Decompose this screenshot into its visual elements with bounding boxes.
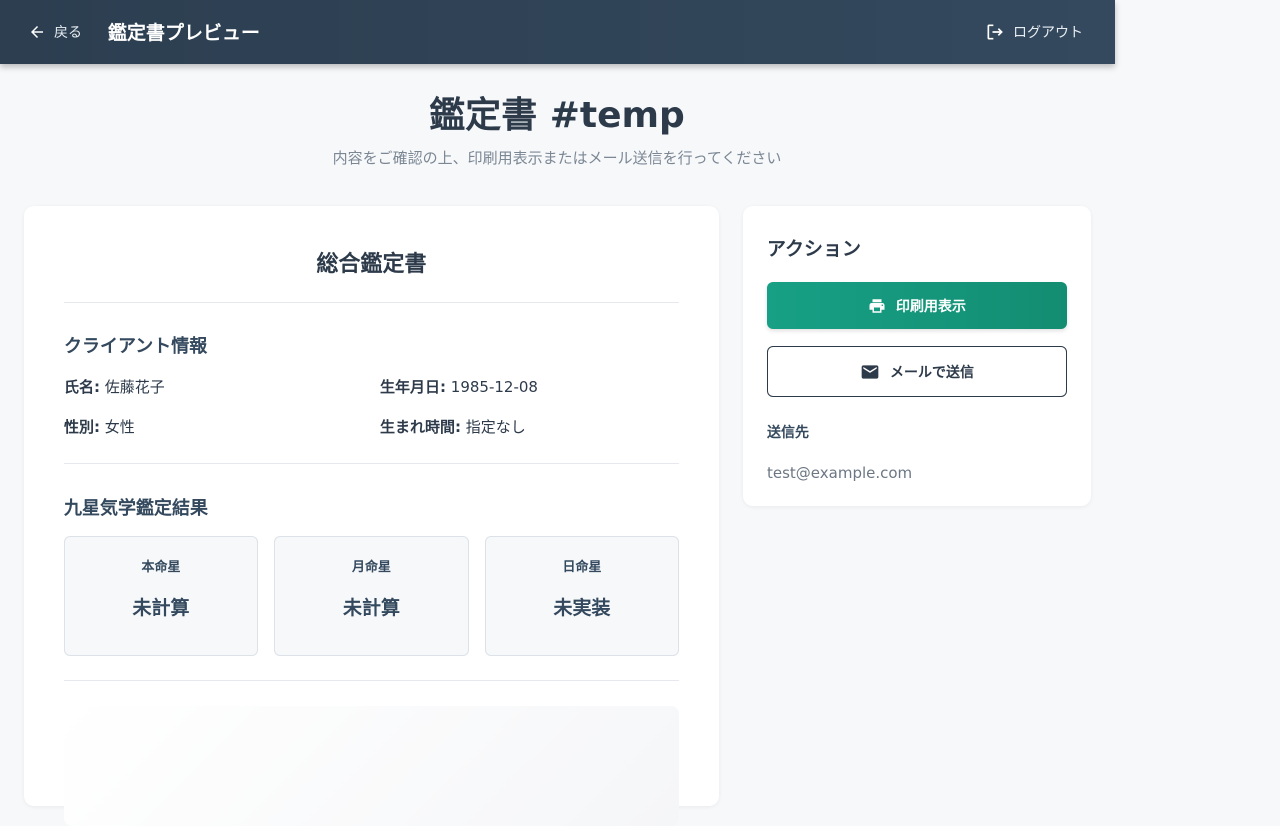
- action-card: アクション 印刷用表示 メールで送信 送信先 test@example.com: [743, 206, 1091, 506]
- client-name: 氏名: 佐藤花子: [64, 376, 165, 397]
- divider: [64, 302, 679, 303]
- app-title: 鑑定書プレビュー: [108, 22, 261, 44]
- logout-label: ログアウト: [1013, 25, 1083, 41]
- action-title: アクション: [767, 238, 862, 260]
- report-title: 総合鑑定書: [316, 252, 427, 277]
- send-mail-button[interactable]: メールで送信: [767, 346, 1067, 397]
- star-card-honmei: 本命星 未計算: [64, 536, 258, 656]
- divider: [64, 680, 679, 681]
- name-label: 氏名:: [64, 378, 100, 396]
- destination-label: 送信先: [767, 425, 809, 441]
- print-label: 印刷用表示: [896, 298, 966, 315]
- destination-email: test@example.com: [767, 464, 913, 482]
- client-birthtime: 生まれ時間: 指定なし: [380, 416, 526, 437]
- logout-button[interactable]: ログアウト: [985, 20, 1083, 44]
- client-gender: 性別: 女性: [64, 416, 135, 437]
- star-label: 本命星: [141, 560, 181, 575]
- top-bar: 戻る 鑑定書プレビュー ログアウト: [0, 0, 1115, 64]
- content-placeholder: [64, 706, 679, 826]
- star-card-getsumei: 月命星 未計算: [274, 536, 469, 656]
- star-label: 月命星: [351, 560, 391, 575]
- print-button[interactable]: 印刷用表示: [767, 282, 1067, 329]
- back-label: 戻る: [54, 25, 82, 41]
- kyusei-section-title: 九星気学鑑定結果: [64, 498, 208, 519]
- page-title: 鑑定書 #temp: [429, 95, 685, 136]
- star-value: 未計算: [132, 597, 190, 619]
- birthtime-value: 指定なし: [465, 418, 526, 436]
- mail-label: メールで送信: [890, 364, 974, 381]
- gender-label: 性別:: [64, 418, 100, 436]
- birthdate-label: 生年月日:: [380, 378, 446, 396]
- logout-icon: [985, 22, 1005, 42]
- page-heading: 鑑定書 #temp 内容をご確認の上、印刷用表示またはメール送信を行ってください: [24, 92, 1090, 168]
- birthdate-value: 1985-12-08: [450, 378, 538, 396]
- star-value: 未実装: [553, 597, 611, 619]
- arrow-left-icon: [28, 23, 46, 41]
- page-subtitle: 内容をご確認の上、印刷用表示またはメール送信を行ってください: [332, 149, 782, 167]
- star-card-nichimei: 日命星 未実装: [485, 536, 679, 656]
- divider: [64, 463, 679, 464]
- client-birthdate: 生年月日: 1985-12-08: [380, 376, 538, 397]
- star-label: 日命星: [562, 560, 602, 575]
- printer-icon: [868, 297, 886, 315]
- birthtime-label: 生まれ時間:: [380, 418, 461, 436]
- back-button[interactable]: 戻る: [28, 20, 82, 44]
- gender-value: 女性: [104, 418, 135, 436]
- star-value: 未計算: [342, 597, 400, 619]
- name-value: 佐藤花子: [104, 378, 165, 396]
- mail-icon: [860, 362, 880, 382]
- report-card: 総合鑑定書 クライアント情報 氏名: 佐藤花子 生年月日: 1985-12-08…: [24, 206, 719, 826]
- client-section-title: クライアント情報: [64, 336, 208, 357]
